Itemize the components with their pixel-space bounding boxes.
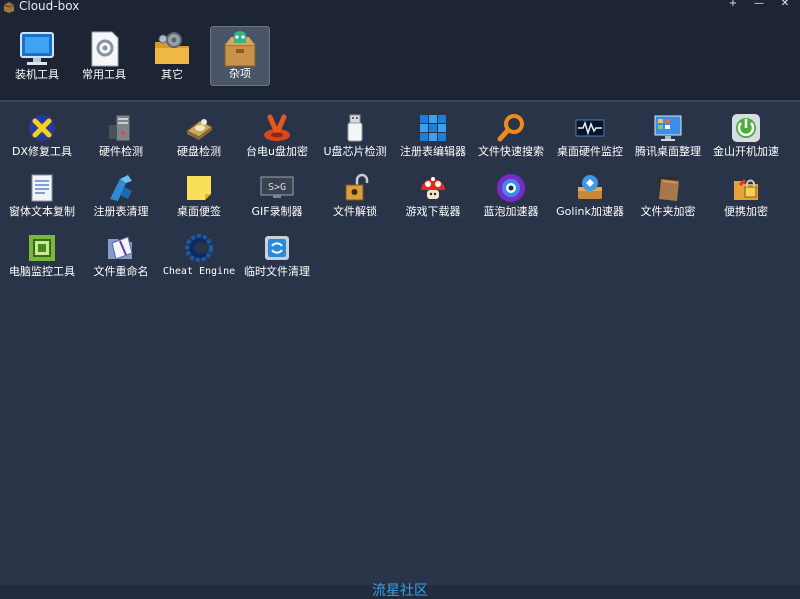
tool-game-downloader[interactable]: 游戏下载器 xyxy=(394,173,472,229)
pin-button[interactable]: + xyxy=(726,0,740,9)
minimize-button[interactable]: — xyxy=(752,0,766,9)
registry-clean-icon xyxy=(110,175,132,201)
tool-label: Golink加速器 xyxy=(556,205,624,218)
tool-label: 硬盘检测 xyxy=(177,145,221,158)
tool-sticky-note[interactable]: 桌面便签 xyxy=(160,173,238,229)
footer-link[interactable]: 流星社区 xyxy=(0,583,800,599)
tool-label: 文件夹加密 xyxy=(640,205,696,218)
tool-desktop-organize[interactable]: 腾讯桌面整理 xyxy=(629,113,707,169)
tool-golink-accelerator[interactable]: Golink加速器 xyxy=(551,173,629,229)
tool-label: 便携加密 xyxy=(724,205,768,218)
registry-editor-icon xyxy=(420,115,446,141)
settings-doc-icon xyxy=(91,31,119,67)
tool-label: 台电u盘加密 xyxy=(246,145,308,158)
tool-label: GIF录制器 xyxy=(251,205,303,218)
tool-label: 腾讯桌面整理 xyxy=(635,145,701,158)
tool-gif-recorder[interactable]: S>G GIF录制器 xyxy=(238,173,316,229)
tab-label: 装机工具 xyxy=(15,68,59,81)
title-bar: Cloud-box + — ✕ xyxy=(0,0,800,14)
tab-install-tools[interactable]: 装机工具 xyxy=(7,26,67,86)
tool-label: 文件解锁 xyxy=(333,205,377,218)
tool-bubble-accelerator[interactable]: 蓝泡加速器 xyxy=(472,173,550,229)
svg-text:S>G: S>G xyxy=(268,182,286,193)
tool-dx-repair[interactable]: DX修复工具 xyxy=(3,113,81,169)
tab-misc[interactable]: 杂项 xyxy=(210,26,270,86)
tab-label: 其它 xyxy=(161,68,183,81)
dx-repair-icon xyxy=(29,115,55,141)
temp-clean-icon xyxy=(265,236,289,260)
tool-cheat-engine[interactable]: Cheat Engine xyxy=(160,233,238,289)
app-logo-icon xyxy=(3,2,15,13)
tool-label: 文件重命名 xyxy=(93,265,149,278)
tab-label: 常用工具 xyxy=(82,68,126,81)
tool-usb-chip[interactable]: U盘芯片检测 xyxy=(316,113,394,169)
tab-others[interactable]: 其它 xyxy=(142,26,202,86)
tool-hardware-check[interactable]: 硬件检测 xyxy=(82,113,160,169)
tab-label: 杂项 xyxy=(229,67,251,80)
monitor-icon xyxy=(20,32,54,65)
tool-disk-check[interactable]: 硬盘检测 xyxy=(160,113,238,169)
tool-label: 硬件检测 xyxy=(99,145,143,158)
tool-label: 注册表清理 xyxy=(93,205,149,218)
footer: 流星社区 xyxy=(0,583,800,599)
hardware-monitor-icon xyxy=(575,119,605,137)
tool-label: 游戏下载器 xyxy=(405,205,461,218)
tool-portable-encrypt[interactable]: 便携加密 xyxy=(707,173,785,229)
tool-hardware-monitor[interactable]: 桌面硬件监控 xyxy=(551,113,629,169)
tool-label: 临时文件清理 xyxy=(244,265,310,278)
tool-label: 电脑监控工具 xyxy=(9,265,75,278)
tool-label: 文件快速搜索 xyxy=(478,145,544,158)
divider xyxy=(0,100,800,102)
file-unlock-icon xyxy=(345,173,369,201)
tool-registry-clean[interactable]: 注册表清理 xyxy=(82,173,160,229)
tool-file-unlock[interactable]: 文件解锁 xyxy=(316,173,394,229)
boot-speedup-icon xyxy=(732,114,760,142)
portable-encrypt-icon xyxy=(734,178,758,200)
tool-label: 桌面硬件监控 xyxy=(557,145,623,158)
golink-accelerator-icon xyxy=(578,175,602,199)
file-search-icon xyxy=(497,114,524,142)
tab-common-tools[interactable]: 常用工具 xyxy=(74,26,134,86)
tool-folder-encrypt[interactable]: 文件夹加密 xyxy=(629,173,707,229)
tool-label: Cheat Engine xyxy=(162,266,236,277)
tool-temp-clean[interactable]: 临时文件清理 xyxy=(238,233,316,289)
disk-check-icon xyxy=(186,119,213,140)
tool-boot-speedup[interactable]: 金山开机加速 xyxy=(707,113,785,169)
tool-registry-editor[interactable]: 注册表编辑器 xyxy=(394,113,472,169)
tool-label: 蓝泡加速器 xyxy=(483,205,539,218)
close-button[interactable]: ✕ xyxy=(778,0,792,9)
tool-label: 窗体文本复制 xyxy=(9,205,75,218)
tool-label: 金山开机加速 xyxy=(713,145,779,158)
tool-label: U盘芯片检测 xyxy=(323,145,387,158)
category-bar: 装机工具 常用工具 其它 杂项 xyxy=(0,14,800,100)
folder-encrypt-icon xyxy=(659,177,679,201)
cheat-engine-icon xyxy=(185,234,213,262)
tool-label: 注册表编辑器 xyxy=(400,145,466,158)
gear-folder-icon xyxy=(155,32,189,64)
window-text-copy-icon xyxy=(31,174,53,202)
hardware-check-icon xyxy=(109,114,131,142)
tool-file-rename[interactable]: 文件重命名 xyxy=(82,233,160,289)
bubble-accelerator-icon xyxy=(497,174,525,202)
usb-encrypt-icon xyxy=(264,114,290,141)
app-title: Cloud-box xyxy=(19,0,80,13)
desktop-organize-icon xyxy=(654,115,682,141)
tool-usb-encrypt[interactable]: 台电u盘加密 xyxy=(238,113,316,169)
box-icon xyxy=(224,31,256,67)
tool-label: DX修复工具 xyxy=(11,145,72,158)
tool-label: 桌面便签 xyxy=(177,205,221,218)
game-downloader-icon xyxy=(421,177,445,199)
tool-window-text-copy[interactable]: 窗体文本复制 xyxy=(3,173,81,229)
tool-file-search[interactable]: 文件快速搜索 xyxy=(472,113,550,169)
pc-monitor-icon xyxy=(29,235,55,261)
file-rename-icon xyxy=(108,236,133,260)
usb-chip-icon xyxy=(347,114,363,142)
gif-recorder-icon: S>G xyxy=(260,176,294,198)
tool-pc-monitor[interactable]: 电脑监控工具 xyxy=(3,233,81,289)
sticky-note-icon xyxy=(187,176,211,200)
